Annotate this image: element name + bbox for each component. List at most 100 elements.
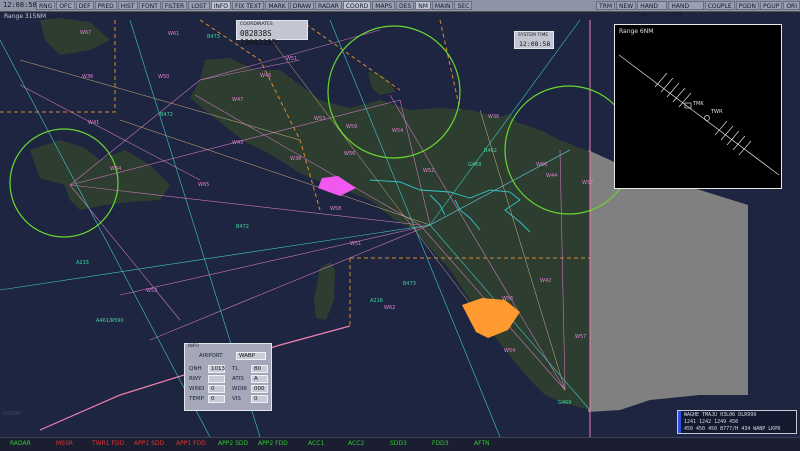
airport-label: AIRPORT <box>199 353 223 359</box>
status-bar: RADAR MSSR TWR1 FDD APP1 SDD APP1 FDD APP2 SD… <box>0 437 800 451</box>
route-label: W61 <box>168 31 179 37</box>
right-ori-button[interactable]: ORI <box>783 1 800 10</box>
atis-field[interactable]: A <box>251 375 268 383</box>
status-app2-sdd: APP2 SDD <box>218 440 249 447</box>
left-maps-button[interactable]: MAPS <box>372 1 396 10</box>
route-label: W44 <box>546 173 557 179</box>
coordinates-panel: COORDINATES 082838S 1360219E <box>236 20 308 47</box>
route-label: W38 <box>290 156 301 162</box>
route-label: W41 <box>88 120 99 126</box>
left-main-button[interactable]: MAIN <box>431 1 454 10</box>
left-fix-text-button[interactable]: FIX TEXT <box>232 1 265 10</box>
route-label: G469 <box>558 400 571 406</box>
route-label: W54 <box>504 348 515 354</box>
route-label: W46 <box>260 73 271 79</box>
right-trm-button[interactable]: TRM <box>596 1 616 10</box>
route-label: W65 <box>198 182 209 188</box>
left-menu: RNG OFC DEF PRED HIST FONT FILTER LOST INFO FIX T… <box>36 1 473 10</box>
wind-label: WIND <box>189 386 205 392</box>
temp-label: TEMP <box>189 396 204 402</box>
left-coord-button[interactable]: COORD <box>342 1 372 10</box>
airport-field[interactable]: WABP <box>236 352 266 360</box>
tl-field[interactable]: 80 <box>251 365 268 373</box>
left-mark-button[interactable]: MARK <box>265 1 289 10</box>
left-radar-button[interactable]: RADAR <box>315 1 342 10</box>
route-label: B473 <box>207 34 220 40</box>
left-nm-button[interactable]: NM <box>415 1 431 10</box>
left-hist-button[interactable]: HIST <box>117 1 138 10</box>
wdir-field[interactable]: 000 <box>251 385 268 393</box>
left-rng-button[interactable]: RNG <box>36 1 56 10</box>
rwy-label: RWY <box>189 376 202 382</box>
vis-field[interactable]: 0 <box>251 395 268 403</box>
route-label: W43 <box>232 140 243 146</box>
status-fdd3: FDD3 <box>432 440 449 447</box>
status-acc1: ACC1 <box>308 440 325 447</box>
inset-tmk-label: TMK <box>692 101 704 107</box>
strip-row-3: 450 450 450 B777/H 434 WABP LKPR <box>684 426 781 432</box>
left-info-button[interactable]: INFO <box>210 1 231 10</box>
route-label: W53 <box>146 288 157 294</box>
left-ofc-button[interactable]: OFC <box>56 1 75 10</box>
island-small <box>368 72 395 95</box>
status-sdd3: SDD3 <box>390 440 407 447</box>
route-label: W59 <box>346 124 357 130</box>
route-label: W56 <box>344 151 355 157</box>
island-north <box>40 18 110 55</box>
wdir-label: WDIR <box>232 386 248 392</box>
left-filter-button[interactable]: FILTER <box>161 1 188 10</box>
route-label: W51 <box>286 56 297 62</box>
right-pgup-button[interactable]: PGUP <box>760 1 783 10</box>
status-app1-sdd: APP1 SDD <box>134 440 165 447</box>
foreign-land <box>588 150 748 412</box>
info-panel: INFO AIRPORT WABP QNH 1013 TL 80 RWY ATI… <box>184 343 272 411</box>
route-label: W64 <box>110 166 121 172</box>
wind-field[interactable]: 0 <box>208 385 225 393</box>
route-label: W42 <box>540 278 551 284</box>
temp-field[interactable]: 0 <box>208 395 225 403</box>
left-font-button[interactable]: FONT <box>138 1 161 10</box>
flight-label-strip[interactable]: WAGHE TMAJU 03L06 DLR999 1241 1242 1249 … <box>677 410 797 434</box>
status-aftn: AFTN <box>474 440 490 447</box>
qnh-field[interactable]: 1013 <box>208 365 225 373</box>
route-label: W67 <box>80 30 91 36</box>
route-label: W56 <box>502 296 513 302</box>
right-couple-button[interactable]: COUPLE <box>704 1 735 10</box>
route-label: W50 <box>158 74 169 80</box>
inset-window[interactable]: TMK TWR Range 6NM <box>614 24 782 189</box>
system-time-value: 12:08:58 <box>519 40 551 48</box>
status-app2-fdd: APP2 FDD <box>258 440 288 447</box>
left-pred-button[interactable]: PRED <box>94 1 117 10</box>
left-lost-button[interactable]: LOST <box>188 1 210 10</box>
system-time-panel: SYSTEM TIME 12:08:58 <box>514 31 554 49</box>
route-label: B473 <box>403 281 416 287</box>
left-des-button[interactable]: DES <box>396 1 415 10</box>
right-hand-off-button[interactable]: HAND OFF <box>668 1 704 19</box>
route-label: W51 <box>350 241 361 247</box>
strip-indicator <box>678 411 681 433</box>
inset-range-label: Range 6NM <box>619 28 654 35</box>
approach-ticks <box>654 72 752 156</box>
system-time-title: SYSTEM TIME <box>518 33 549 38</box>
rwy-field[interactable] <box>208 375 225 383</box>
route-label: W47 <box>232 97 243 103</box>
route-label: W54 <box>392 128 403 134</box>
clock: 12:08:58 <box>3 1 37 9</box>
left-draw-button[interactable]: DRAW <box>289 1 315 10</box>
right-new-button[interactable]: NEW <box>616 1 637 10</box>
left-def-button[interactable]: DEF <box>75 1 94 10</box>
route-label: W36 <box>488 114 499 120</box>
route-label: B472 <box>236 224 249 230</box>
strip-row-1: WAGHE TMAJU 03L06 DLR999 <box>684 412 757 418</box>
right-hand-in-button[interactable]: HAND IN <box>637 1 668 19</box>
inset-map: TMK TWR <box>618 54 780 176</box>
info-title: INFO <box>188 344 199 349</box>
status-acc2: ACC2 <box>348 440 365 447</box>
route-label: B472 <box>160 112 173 118</box>
route-label: W62 <box>384 305 395 311</box>
right-pgdn-button[interactable]: PGDN <box>735 1 760 10</box>
coordinates-value: 082838S 1360219E <box>240 29 277 47</box>
left-sec-button[interactable]: SEC <box>454 1 473 10</box>
route-label: W58 <box>330 206 341 212</box>
route-label: W53 <box>314 116 325 122</box>
